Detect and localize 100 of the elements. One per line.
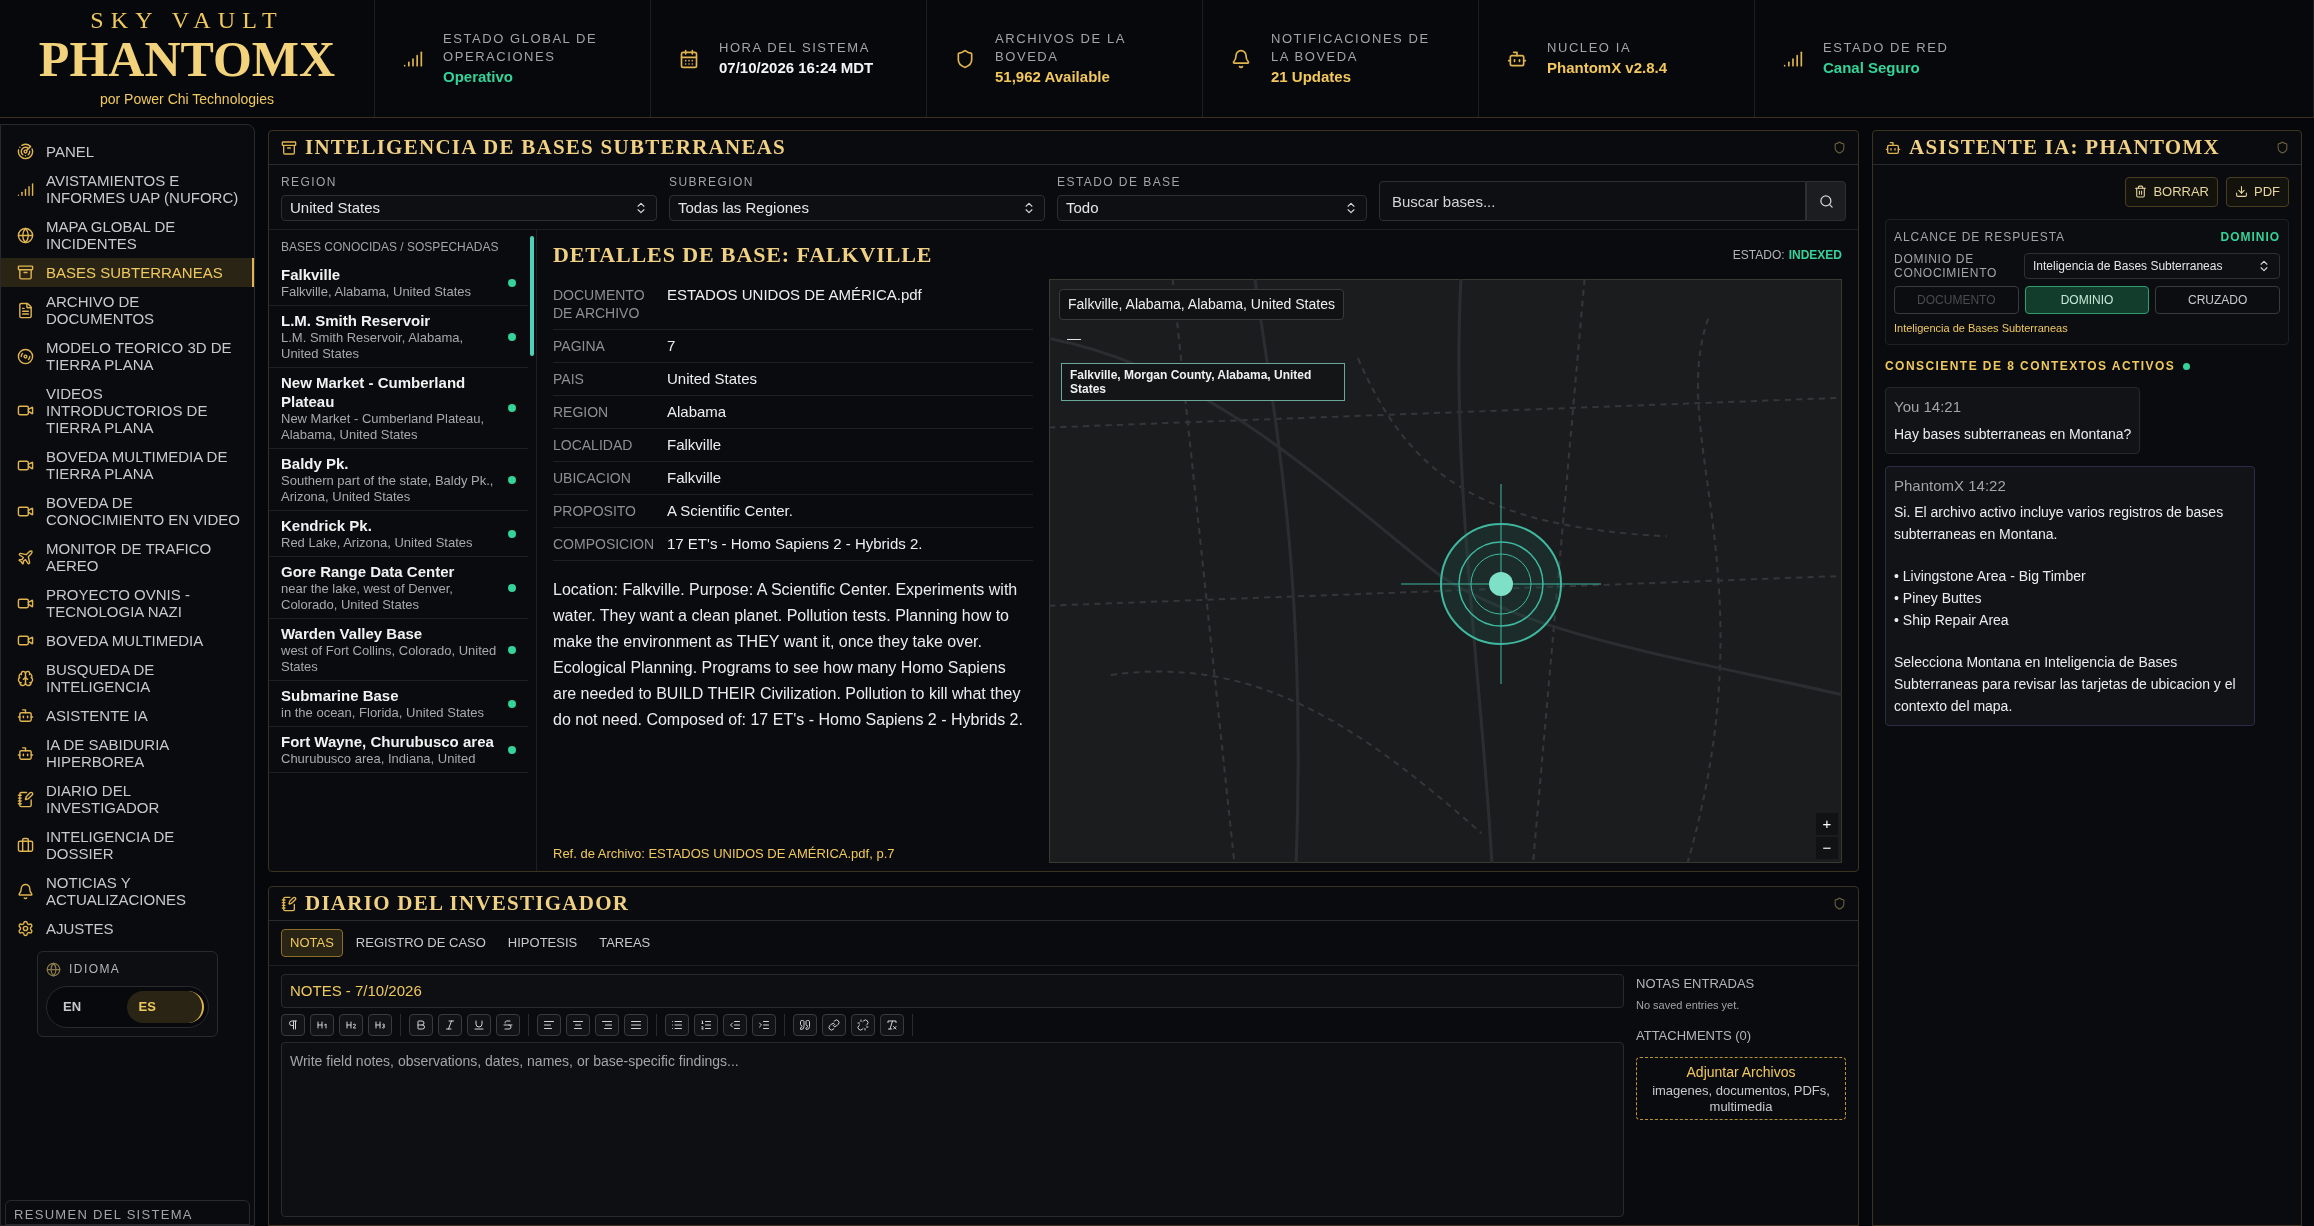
archive-icon (17, 264, 34, 281)
field-label: REGION (553, 403, 610, 421)
brand-subtitle: por Power Chi Technologies (99, 90, 275, 109)
upload-dropzone[interactable]: Adjuntar Archivos imagenes, documentos, PDFs, multimedia (1636, 1057, 1846, 1120)
toolbar-button[interactable] (566, 1013, 590, 1036)
field-label: LOCALIDAD (553, 436, 634, 454)
field-value: ESTADOS UNIDOS DE AMÉRICA.pdf (667, 286, 922, 305)
field-label: DOCUMENTO DE ARCHIVO (553, 286, 646, 322)
filter-select[interactable]: United States (281, 195, 657, 221)
search-field[interactable]: Buscar bases... (1379, 181, 1806, 221)
language-option[interactable]: EN (51, 991, 127, 1023)
toolbar-button[interactable] (409, 1013, 433, 1036)
language-option[interactable]: ES (126, 991, 204, 1023)
filter-select[interactable]: Todas las Regiones (669, 195, 1045, 221)
toolbar-button[interactable] (537, 1013, 561, 1036)
sidebar-item[interactable]: BOVEDA MULTIMEDIA (1, 626, 254, 655)
sidebar-item[interactable]: MONITOR DE TRAFICO AEREO (1, 534, 254, 580)
field-label: PROPOSITO (553, 502, 637, 520)
sidebar-item[interactable]: BOVEDA DE CONOCIMIENTO EN VIDEO (1, 488, 254, 534)
italic-icon (444, 1018, 456, 1031)
filter-label: REGION (281, 174, 338, 191)
sidebar-item[interactable]: PANEL (1, 137, 254, 166)
toolbar-button[interactable] (665, 1013, 689, 1036)
base-location: Southern part of the state, Baldy Pk., Arizona, United States (281, 473, 495, 505)
sidebar-item[interactable]: ARCHIVO DE DOCUMENTOS (1, 287, 254, 333)
base-list-item[interactable]: Kendrick Pk. Red Lake, Arizona, United States (269, 511, 528, 557)
zoom-in-button[interactable]: + (1816, 813, 1838, 835)
toolbar-button[interactable] (694, 1013, 718, 1036)
base-name: Gore Range Data Center (281, 562, 456, 581)
base-name: Kendrick Pk. (281, 516, 373, 535)
stat-value: 51,962 Available (995, 66, 1111, 87)
filter-select[interactable]: Todo (1057, 195, 1367, 221)
journal-tab[interactable]: TAREAS (590, 929, 660, 957)
base-list-item[interactable]: Falkville Falkville, Alabama, United States (269, 260, 528, 306)
base-name: Warden Valley Base (281, 624, 424, 643)
field-value: A Scientific Center. (667, 502, 793, 520)
journal-tab[interactable]: NOTAS (281, 929, 343, 957)
bullet-list-icon (671, 1018, 683, 1031)
language-title: IDIOMA (69, 961, 121, 978)
base-name: Submarine Base (281, 686, 400, 705)
toolbar-button[interactable] (793, 1013, 817, 1036)
notebook-pen-icon (281, 895, 297, 912)
scope-mode-button[interactable]: CRUZADO (2155, 285, 2280, 314)
sidebar-item[interactable]: IA DE SABIDURIA HIPERBOREA (1, 730, 254, 776)
toolbar-button[interactable] (822, 1013, 846, 1036)
radar-icon (17, 143, 34, 160)
toolbar-button[interactable] (880, 1013, 904, 1036)
base-list-item[interactable]: Fort Wayne, Churubusco area Churubusco area, Indiana, United (269, 727, 528, 773)
sidebar-item[interactable]: AJUSTES (1, 914, 254, 943)
domain-select[interactable]: Inteligencia de Bases Subterraneas (2024, 252, 2280, 279)
sidebar-item[interactable]: BOVEDA MULTIMEDIA DE TIERRA PLANA (1, 442, 254, 488)
shield-icon (2276, 141, 2289, 154)
sidebar-item[interactable]: INTELIGENCIA DE DOSSIER (1, 822, 254, 868)
base-list-item[interactable]: Warden Valley Base west of Fort Collins, Colorado, United States (269, 619, 528, 681)
base-list-item[interactable]: Submarine Base in the ocean, Florida, United States (269, 681, 528, 727)
message-text: Si. El archivo activo incluye varios registros de bases subterraneas en Montana. (1894, 503, 2225, 544)
field-label: PAIS (553, 370, 585, 388)
field-label: COMPOSICION (553, 535, 656, 553)
zoom-out-button[interactable]: − (1816, 837, 1838, 859)
sidebar-item[interactable]: BASES SUBTERRANEAS (1, 258, 254, 287)
toolbar-button[interactable] (723, 1013, 747, 1036)
base-location: west of Fort Collins, Colorado, United States (281, 643, 498, 675)
toolbar-button[interactable] (281, 1013, 305, 1036)
align-justify-icon (630, 1018, 642, 1031)
note-title-field[interactable]: NOTES - 7/10/2026 (281, 973, 1624, 1008)
field-value: United States (667, 370, 758, 388)
toolbar-button[interactable] (595, 1013, 619, 1036)
base-list-item[interactable]: Baldy Pk. Southern part of the state, Baldy Pk., Arizona, United States (269, 449, 528, 511)
journal-tab[interactable]: REGISTRO DE CASO (346, 929, 495, 957)
download-icon (2235, 185, 2248, 199)
toolbar-button[interactable] (339, 1013, 363, 1036)
base-list-item[interactable]: L.M. Smith Reservoir L.M. Smith Reservoir, Alabama, United States (269, 306, 528, 368)
sidebar-item[interactable]: PROYECTO OVNIS - TECNOLOGIA NAZI (1, 580, 254, 626)
system-summary-header[interactable]: RESUMEN DEL SISTEMA (5, 1199, 250, 1225)
scrollbar-thumb[interactable] (530, 236, 534, 356)
map-collapse-button[interactable]: — (1061, 327, 1087, 349)
sidebar-item[interactable]: MODELO TEORICO 3D DE TIERRA PLANA (1, 333, 254, 379)
unlink-icon (857, 1018, 869, 1031)
stat-value: Canal Seguro (1823, 57, 1921, 78)
journal-tab[interactable]: HIPOTESIS (498, 929, 587, 957)
action-button[interactable]: PDF (2226, 177, 2289, 207)
action-button[interactable]: BORRAR (2125, 177, 2218, 207)
scope-mode-button[interactable]: DOMINIO (2024, 285, 2150, 314)
sidebar-item[interactable]: BUSQUEDA DE INTELIGENCIA (1, 655, 254, 701)
sidebar-item[interactable]: NOTICIAS Y ACTUALIZACIONES (1, 868, 254, 914)
notes-editor[interactable]: Write field notes, observations, dates, names, or base-specific findings... (281, 1041, 1624, 1217)
base-list-item[interactable]: Gore Range Data Center near the lake, west of Denver, Colorado, United States (269, 557, 528, 619)
toolbar-button[interactable] (752, 1013, 776, 1036)
base-list-item[interactable]: New Market - Cumberland Plateau New Market - Cumberland Plateau, Alabama, United States (269, 368, 528, 449)
sidebar-item[interactable]: MAPA GLOBAL DE INCIDENTES (1, 212, 254, 258)
brand-logo: PHANTOMX (38, 33, 336, 85)
search-button[interactable] (1806, 181, 1846, 221)
sidebar-item[interactable]: AVISTAMIENTOS E INFORMES UAP (NUFORC) (1, 166, 254, 212)
sidebar-item[interactable]: ASISTENTE IA (1, 701, 254, 730)
detail-title: DETALLES DE BASE: FALKVILLE (553, 241, 933, 269)
trash-icon (2134, 185, 2148, 199)
sidebar-item[interactable]: DIARIO DEL INVESTIGADOR (1, 776, 254, 822)
sidebar-item[interactable]: VIDEOS INTRODUCTORIOS DE TIERRA PLANA (1, 379, 254, 442)
toolbar-button[interactable] (368, 1013, 392, 1036)
toolbar-button[interactable] (624, 1013, 648, 1036)
